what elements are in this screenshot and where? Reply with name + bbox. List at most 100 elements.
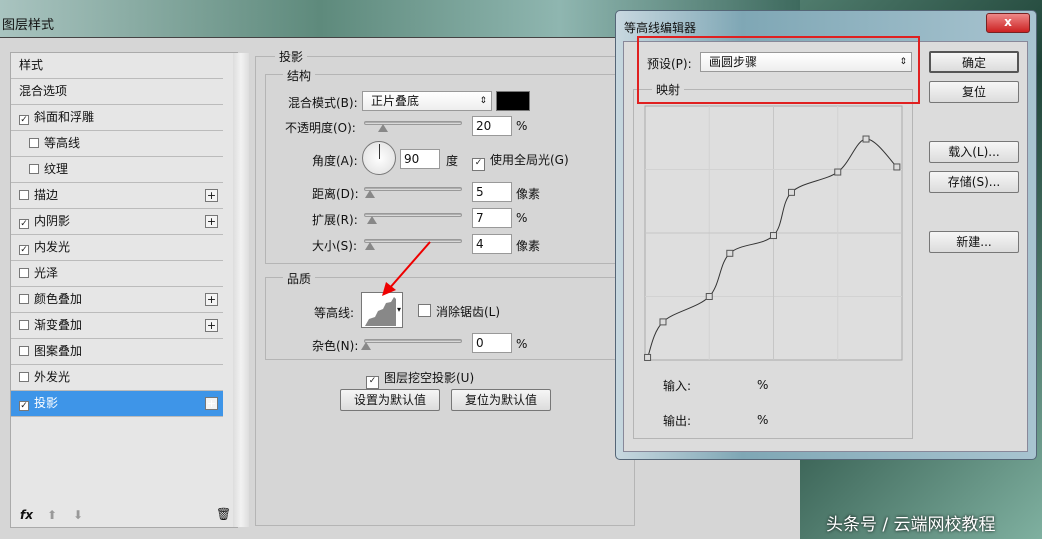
spread-label: 扩展(R): xyxy=(312,213,358,227)
style-item[interactable]: ✓ 内发光 xyxy=(11,235,223,261)
style-checkbox[interactable] xyxy=(29,164,39,174)
move-up-icon[interactable]: ⬆ xyxy=(47,508,57,522)
add-icon[interactable]: + xyxy=(205,293,218,306)
style-item[interactable]: 等高线 xyxy=(11,131,223,157)
input-label: 输入: xyxy=(663,379,692,393)
noise-slider[interactable] xyxy=(361,339,462,350)
style-item[interactable]: 纹理 xyxy=(11,157,223,183)
quality-title: 品质 xyxy=(283,270,316,287)
opacity-input[interactable]: 20 xyxy=(472,116,512,136)
curve-point[interactable] xyxy=(659,318,667,326)
angle-input[interactable]: 90 xyxy=(400,149,440,169)
move-down-icon[interactable]: ⬇ xyxy=(73,508,83,522)
style-checkbox[interactable]: ✓ xyxy=(19,401,29,411)
new-button[interactable]: 新建... xyxy=(929,231,1019,253)
style-item[interactable]: ✓ 内阴影 + xyxy=(11,209,223,235)
curve-point[interactable] xyxy=(893,163,901,171)
style-label: 外发光 xyxy=(34,370,71,384)
style-label: 光泽 xyxy=(34,266,59,280)
distance-input[interactable]: 5 xyxy=(472,182,512,202)
opacity-slider[interactable] xyxy=(364,121,462,132)
style-checkbox[interactable] xyxy=(19,294,29,304)
style-checkbox[interactable]: ✓ xyxy=(19,219,29,229)
ok-button[interactable]: 确定 xyxy=(929,51,1019,73)
style-checkbox[interactable] xyxy=(19,372,29,382)
style-item[interactable]: ✓ 投影 + xyxy=(11,391,223,417)
curve-point[interactable] xyxy=(705,293,713,300)
style-item[interactable]: ✓ 斜面和浮雕 xyxy=(11,105,223,131)
add-icon[interactable]: + xyxy=(205,215,218,228)
style-item[interactable]: 颜色叠加 + xyxy=(11,287,223,313)
section-title: 投影 xyxy=(275,48,308,65)
scrollbar[interactable] xyxy=(233,53,249,527)
red-highlight-box xyxy=(637,36,920,104)
style-label: 渐变叠加 xyxy=(34,318,83,332)
style-item[interactable]: 样式 xyxy=(11,53,223,79)
style-label: 等高线 xyxy=(44,136,81,150)
angle-unit: 度 xyxy=(446,154,459,168)
curve-point[interactable] xyxy=(726,249,734,257)
size-label: 大小(S): xyxy=(312,239,358,253)
trash-icon[interactable]: 🗑 xyxy=(216,507,231,521)
add-icon[interactable]: + xyxy=(205,189,218,202)
curve-point[interactable] xyxy=(644,353,652,361)
style-checkbox[interactable] xyxy=(19,268,29,278)
structure-title: 结构 xyxy=(283,67,316,84)
distance-slider[interactable] xyxy=(364,187,462,198)
output-label: 输出: xyxy=(663,414,692,428)
style-item[interactable]: 光泽 xyxy=(11,261,223,287)
style-item[interactable]: 混合选项 xyxy=(11,79,223,105)
contour-label: 等高线: xyxy=(314,306,355,320)
spread-slider[interactable] xyxy=(364,213,462,224)
noise-input[interactable]: 0 xyxy=(472,333,512,353)
contour-graph[interactable] xyxy=(643,104,904,362)
style-checkbox[interactable]: ✓ xyxy=(19,115,29,125)
reset-button[interactable]: 复位 xyxy=(929,81,1019,103)
antialias-label: 消除锯齿(L) xyxy=(436,305,501,319)
style-label: 纹理 xyxy=(44,162,69,176)
opacity-label: 不透明度(O): xyxy=(285,121,356,135)
close-button[interactable]: x xyxy=(986,13,1030,33)
curve-point[interactable] xyxy=(862,135,870,143)
style-label: 投影 xyxy=(34,396,59,410)
antialias-checkbox[interactable]: 消除锯齿(L) xyxy=(418,303,500,320)
shadow-color-swatch[interactable] xyxy=(496,91,530,111)
style-checkbox[interactable] xyxy=(29,138,39,148)
style-label: 内阴影 xyxy=(34,214,71,228)
set-default-button[interactable]: 设置为默认值 xyxy=(340,389,440,411)
style-label: 斜面和浮雕 xyxy=(34,110,95,124)
size-input[interactable]: 4 xyxy=(472,234,512,254)
style-item[interactable]: 描边 + xyxy=(11,183,223,209)
output-unit: % xyxy=(757,413,769,427)
dialog-title: 图层样式 xyxy=(2,18,55,33)
style-label: 描边 xyxy=(34,188,59,202)
style-checkbox[interactable] xyxy=(19,190,29,200)
style-item[interactable]: 图案叠加 xyxy=(11,339,223,365)
global-light-checkbox[interactable]: ✓ 使用全局光(G) xyxy=(472,151,569,171)
style-item[interactable]: 外发光 xyxy=(11,365,223,391)
spread-input[interactable]: 7 xyxy=(472,208,512,228)
spread-unit: % xyxy=(516,211,528,225)
add-icon[interactable]: + xyxy=(205,397,218,410)
curve-point[interactable] xyxy=(787,188,795,196)
style-label: 混合选项 xyxy=(19,84,68,98)
style-checkbox[interactable]: ✓ xyxy=(19,245,29,255)
curve-point[interactable] xyxy=(770,232,777,240)
curve-point[interactable] xyxy=(834,168,842,176)
save-button[interactable]: 存储(S)... xyxy=(929,171,1019,193)
knockout-checkbox[interactable]: ✓ 图层挖空投影(U) xyxy=(366,369,474,389)
angle-dial[interactable] xyxy=(362,141,396,175)
style-checkbox[interactable] xyxy=(19,320,29,330)
watermark: 头条号 / 云端网校教程 xyxy=(826,515,996,535)
global-light-label: 使用全局光(G) xyxy=(490,153,569,167)
load-button[interactable]: 载入(L)... xyxy=(929,141,1019,163)
contour-editor-title: 等高线编辑器 xyxy=(624,21,697,35)
style-checkbox[interactable] xyxy=(19,346,29,356)
fx-button[interactable]: fx xyxy=(20,508,33,522)
reset-default-button[interactable]: 复位为默认值 xyxy=(451,389,551,411)
styles-list: 样式 混合选项 ✓ 斜面和浮雕 等高线 纹理 描边 + ✓ 内阴影 + ✓ 内发光 光泽 颜色叠加 + 渐变叠加… xyxy=(10,52,249,528)
style-item[interactable]: 渐变叠加 + xyxy=(11,313,223,339)
add-icon[interactable]: + xyxy=(205,319,218,332)
noise-label: 杂色(N): xyxy=(312,339,359,353)
blend-mode-select[interactable]: 正片叠底 ⇕ xyxy=(362,91,492,111)
